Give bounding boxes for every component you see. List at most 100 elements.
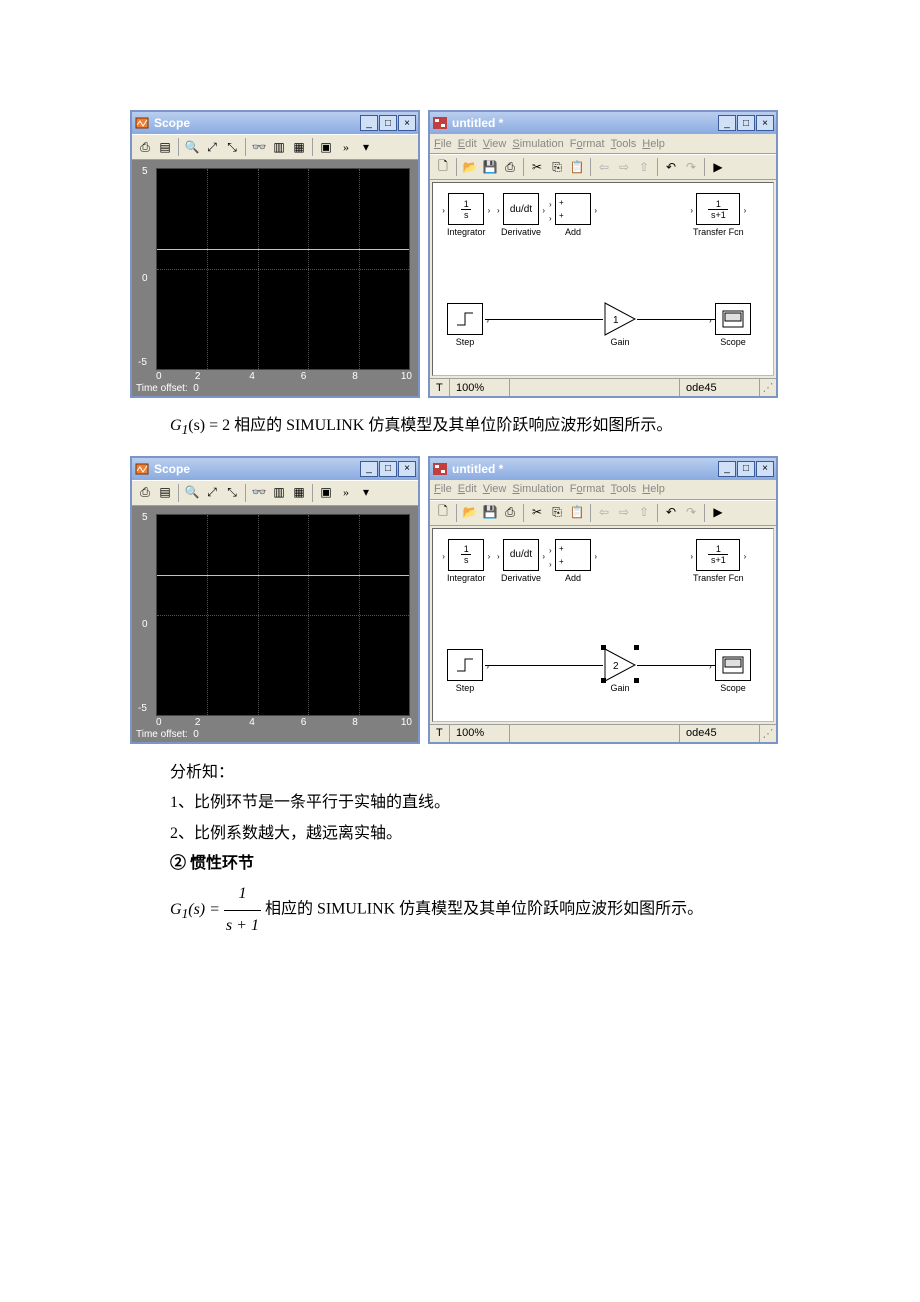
zoom-y-icon[interactable]: ⤡ — [223, 484, 241, 502]
menu-format[interactable]: Format — [570, 138, 605, 150]
new-icon[interactable]: 🗋 — [434, 158, 452, 176]
close-button[interactable]: × — [756, 461, 774, 477]
redo-icon[interactable]: ↷ — [682, 158, 700, 176]
menu-simulation[interactable]: Simulation — [512, 483, 563, 495]
selection-handle[interactable] — [601, 678, 606, 683]
menu-help[interactable]: Help — [642, 483, 665, 495]
redo-icon[interactable]: ↷ — [682, 504, 700, 522]
up-icon[interactable]: ⇧ — [635, 158, 653, 176]
print-icon[interactable]: ⎙ — [501, 504, 519, 522]
scope-plot[interactable] — [156, 168, 410, 370]
open-icon[interactable]: 📂 — [461, 504, 479, 522]
print-icon[interactable]: ⎙ — [136, 484, 154, 502]
save-axes-icon[interactable]: ▥ — [270, 484, 288, 502]
gain-block-selected[interactable]: 2 Gain — [603, 647, 637, 693]
menu-file[interactable]: File — [434, 483, 452, 495]
back-icon[interactable]: ⇦ — [595, 158, 613, 176]
copy-icon[interactable]: ⎘ — [548, 158, 566, 176]
minimize-button[interactable]: _ — [360, 461, 378, 477]
scope-titlebar[interactable]: Scope _ □ × — [132, 112, 418, 134]
menu-view[interactable]: View — [483, 483, 507, 495]
play-icon[interactable]: ▶ — [709, 504, 727, 522]
model-canvas[interactable]: ›1s› Integrator ›du/dt› Derivative ››++›… — [432, 528, 774, 722]
menu-tools[interactable]: Tools — [611, 138, 637, 150]
minimize-button[interactable]: _ — [718, 115, 736, 131]
autoscale-icon[interactable]: 👓 — [250, 484, 268, 502]
menu-format[interactable]: Format — [570, 483, 605, 495]
paste-icon[interactable]: 📋 — [568, 504, 586, 522]
simulink-titlebar[interactable]: untitled * _ □ × — [430, 112, 776, 134]
step-block[interactable]: › Step — [447, 303, 483, 347]
scope-block[interactable]: › Scope — [715, 303, 751, 347]
undo-icon[interactable]: ↶ — [662, 504, 680, 522]
new-icon[interactable]: 🗋 — [434, 504, 452, 522]
play-icon[interactable]: ▶ — [709, 158, 727, 176]
scope-plot[interactable] — [156, 514, 410, 716]
maximize-button[interactable]: □ — [737, 115, 755, 131]
autoscale-icon[interactable]: 👓 — [250, 138, 268, 156]
zoom-x-icon[interactable]: ⤢ — [203, 138, 221, 156]
print-icon[interactable]: ⎙ — [501, 158, 519, 176]
scope-block[interactable]: › Scope — [715, 649, 751, 693]
maximize-button[interactable]: □ — [379, 461, 397, 477]
zoom-xy-icon[interactable]: 🔍 — [183, 484, 201, 502]
float-icon[interactable]: ▣ — [317, 484, 335, 502]
transfer-fcn-block[interactable]: ›1s+1› Transfer Fcn — [693, 539, 744, 583]
paste-icon[interactable]: 📋 — [568, 158, 586, 176]
close-button[interactable]: × — [398, 461, 416, 477]
undo-icon[interactable]: ↶ — [662, 158, 680, 176]
zoom-y-icon[interactable]: ⤡ — [223, 138, 241, 156]
copy-icon[interactable]: ⎘ — [548, 504, 566, 522]
step-block[interactable]: › Step — [447, 649, 483, 693]
menu-simulation[interactable]: Simulation — [512, 138, 563, 150]
zoom-x-icon[interactable]: ⤢ — [203, 484, 221, 502]
derivative-block[interactable]: ›du/dt› Derivative — [501, 193, 541, 237]
derivative-block[interactable]: ›du/dt› Derivative — [501, 539, 541, 583]
params-icon[interactable]: ▤ — [156, 484, 174, 502]
dropdown-icon[interactable]: ▾ — [357, 484, 375, 502]
cut-icon[interactable]: ✂ — [528, 504, 546, 522]
params-icon[interactable]: ▤ — [156, 138, 174, 156]
minimize-button[interactable]: _ — [718, 461, 736, 477]
save-icon[interactable]: 💾 — [481, 158, 499, 176]
forward-icon[interactable]: ⇨ — [615, 158, 633, 176]
gain-block[interactable]: 1 Gain — [603, 301, 637, 347]
up-icon[interactable]: ⇧ — [635, 504, 653, 522]
forward-icon[interactable]: ⇨ — [615, 504, 633, 522]
zoom-xy-icon[interactable]: 🔍 — [183, 138, 201, 156]
minimize-button[interactable]: _ — [360, 115, 378, 131]
menu-edit[interactable]: Edit — [458, 138, 477, 150]
back-icon[interactable]: ⇦ — [595, 504, 613, 522]
menu-tools[interactable]: Tools — [611, 483, 637, 495]
integrator-block[interactable]: ›1s› Integrator — [447, 539, 486, 583]
selection-handle[interactable] — [634, 645, 639, 650]
chevron-right-icon[interactable]: » — [337, 138, 355, 156]
save-axes-icon[interactable]: ▥ — [270, 138, 288, 156]
model-canvas[interactable]: ›1s› Integrator ›du/dt› Derivative ››++›… — [432, 182, 774, 376]
add-block[interactable]: ››++› Add — [555, 539, 591, 583]
transfer-fcn-block[interactable]: ›1s+1› Transfer Fcn — [693, 193, 744, 237]
restore-axes-icon[interactable]: ▦ — [290, 138, 308, 156]
maximize-button[interactable]: □ — [737, 461, 755, 477]
maximize-button[interactable]: □ — [379, 115, 397, 131]
menu-edit[interactable]: Edit — [458, 483, 477, 495]
print-icon[interactable]: ⎙ — [136, 138, 154, 156]
save-icon[interactable]: 💾 — [481, 504, 499, 522]
restore-axes-icon[interactable]: ▦ — [290, 484, 308, 502]
chevron-right-icon[interactable]: » — [337, 484, 355, 502]
simulink-titlebar[interactable]: untitled * _ □ × — [430, 458, 776, 480]
selection-handle[interactable] — [601, 645, 606, 650]
add-block[interactable]: ››++› Add — [555, 193, 591, 237]
integrator-block[interactable]: ›1s› Integrator — [447, 193, 486, 237]
open-icon[interactable]: 📂 — [461, 158, 479, 176]
close-button[interactable]: × — [756, 115, 774, 131]
dropdown-icon[interactable]: ▾ — [357, 138, 375, 156]
menu-file[interactable]: File — [434, 138, 452, 150]
menu-view[interactable]: View — [483, 138, 507, 150]
close-button[interactable]: × — [398, 115, 416, 131]
float-icon[interactable]: ▣ — [317, 138, 335, 156]
scope-titlebar[interactable]: Scope _ □ × — [132, 458, 418, 480]
selection-handle[interactable] — [634, 678, 639, 683]
menu-help[interactable]: Help — [642, 138, 665, 150]
cut-icon[interactable]: ✂ — [528, 158, 546, 176]
